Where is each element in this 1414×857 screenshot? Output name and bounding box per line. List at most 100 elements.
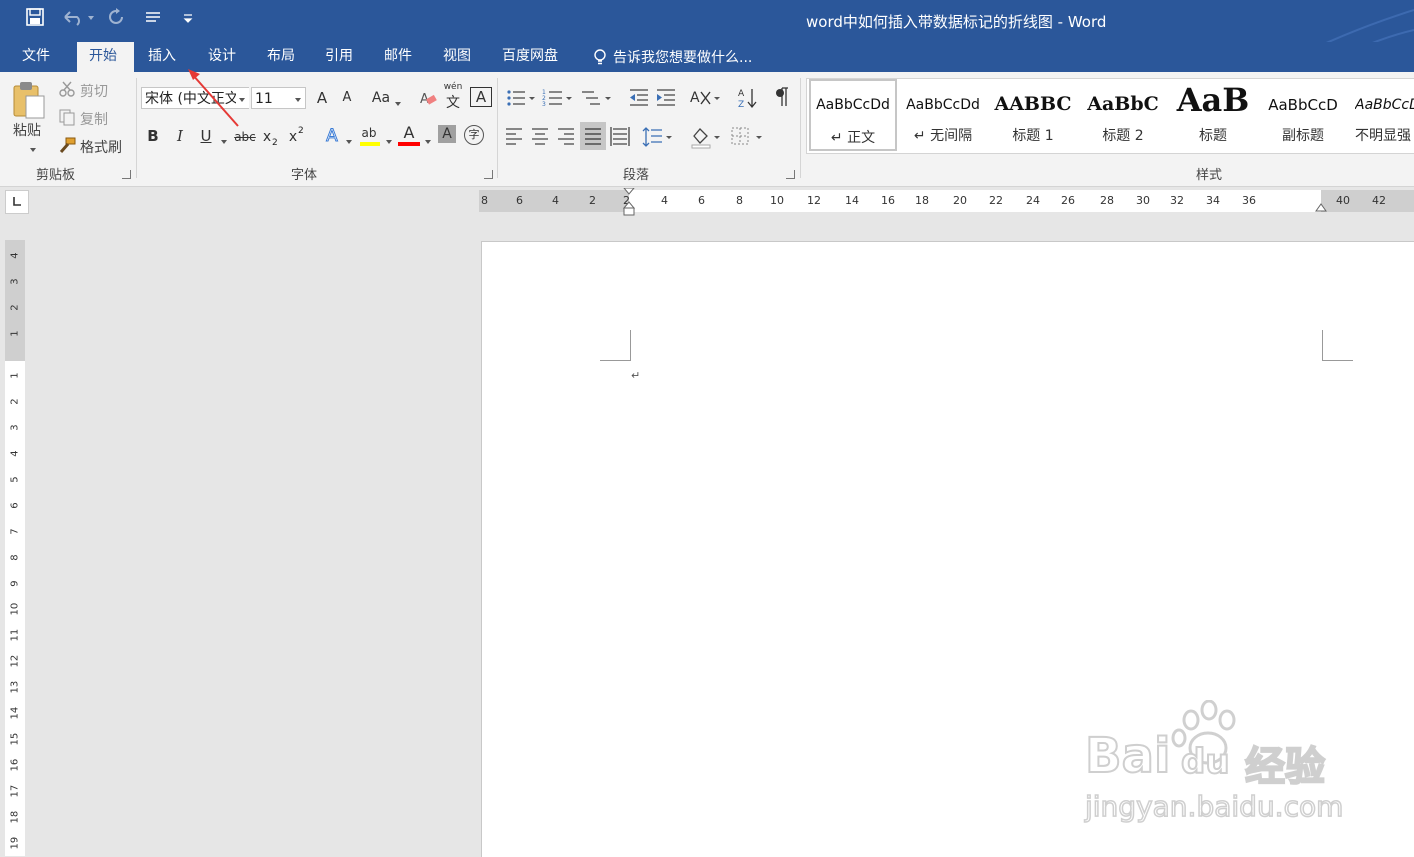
character-shading-icon[interactable]: A (438, 125, 456, 143)
borders-icon[interactable] (731, 127, 762, 145)
justify-icon[interactable] (580, 122, 606, 150)
grow-font-icon[interactable]: A (312, 87, 332, 109)
text-effects-dropdown-icon[interactable] (343, 134, 352, 149)
shrink-font-icon[interactable]: A (337, 87, 357, 109)
ruler-tick-label: 15 (9, 732, 21, 746)
ruler-tick-label: 2 (9, 398, 21, 405)
font-color-dropdown-icon[interactable] (422, 134, 431, 149)
cut-label[interactable]: 剪切 (80, 81, 108, 101)
vertical-ruler[interactable]: 4 3 2 1 1 2 3 4 5 6 7 8 9 10 11 12 13 14 15 16 17 18 19 (5, 240, 25, 856)
style-sample: AaBbCcDd (906, 97, 980, 113)
tab-home[interactable]: 开始 (77, 42, 134, 72)
tab-references[interactable]: 引用 (313, 42, 365, 72)
paragraph-launcher-icon[interactable] (786, 170, 795, 179)
shading-icon[interactable] (691, 128, 720, 149)
paragraph-tools: 123 A AZ (506, 87, 788, 150)
sort-icon[interactable]: AZ (738, 89, 757, 110)
ruler-tick-label: 1 (9, 330, 21, 337)
paste-label[interactable]: 粘贴 (13, 120, 41, 140)
style-no-spacing[interactable]: AaBbCcDd ↵ 无间隔 (899, 79, 987, 151)
ruler-tick-label: 42 (1372, 194, 1386, 207)
svg-text:A: A (690, 90, 700, 106)
tab-baidu-netdisk[interactable]: 百度网盘 (490, 42, 570, 72)
group-separator (800, 78, 801, 178)
tab-view[interactable]: 视图 (431, 42, 483, 72)
numbering-icon[interactable]: 123 (542, 89, 572, 108)
font-color-bar (398, 142, 420, 146)
tab-mailings[interactable]: 邮件 (372, 42, 424, 72)
format-painter-label[interactable]: 格式刷 (80, 137, 122, 157)
right-indent-marker-icon[interactable] (1315, 202, 1327, 212)
bold-button[interactable]: B (144, 125, 162, 147)
style-title[interactable]: AaB 标题 (1169, 79, 1257, 151)
decrease-indent-icon[interactable] (630, 89, 648, 106)
watermark-brand-du: du (1180, 741, 1231, 783)
subscript-button[interactable]: x (262, 126, 272, 148)
ruler-tick-label: 13 (9, 680, 21, 694)
multilevel-list-icon[interactable] (582, 91, 611, 105)
align-center-icon[interactable] (532, 128, 548, 145)
chinese-layout-icon[interactable]: A (690, 90, 720, 106)
copy-label[interactable]: 复制 (80, 109, 108, 129)
increase-indent-icon[interactable] (657, 89, 675, 106)
highlight-dropdown-icon[interactable] (383, 134, 392, 149)
copy-icon[interactable] (58, 108, 76, 130)
style-heading-1[interactable]: AABBC 标题 1 (989, 79, 1077, 151)
style-normal[interactable]: AaBbCcDd ↵ 正文 (809, 79, 897, 151)
window-title: word中如何插入带数据标记的折线图 - Word (806, 13, 1107, 31)
text-effects-icon[interactable]: A (322, 125, 342, 147)
ruler-tick-label: 7 (9, 528, 21, 535)
save-icon[interactable] (24, 8, 46, 32)
style-sample: AaBbCcD (1268, 96, 1338, 114)
style-name: 副标题 (1282, 128, 1324, 144)
font-launcher-icon[interactable] (484, 170, 493, 179)
ruler-tick-label: 14 (9, 706, 21, 720)
clear-formatting-icon[interactable]: A (418, 89, 438, 111)
line-spacing-icon[interactable] (642, 127, 672, 147)
tell-me-input[interactable]: 告诉我您想要做什么... (613, 47, 752, 67)
touch-mode-icon[interactable] (140, 8, 166, 32)
align-right-icon[interactable] (558, 128, 574, 145)
character-border-icon[interactable]: A (470, 87, 492, 107)
tab-selector[interactable] (5, 190, 29, 214)
ruler-tick-label: 20 (953, 194, 967, 207)
indent-markers-icon[interactable] (622, 188, 636, 218)
ruler-tick-label: 32 (1170, 194, 1184, 207)
clipboard-launcher-icon[interactable] (122, 170, 131, 179)
change-case-dropdown-icon[interactable] (392, 96, 401, 111)
format-painter-icon[interactable] (58, 136, 76, 158)
ruler-tick-label: 18 (915, 194, 929, 207)
margin-crop-mark (1322, 330, 1353, 361)
horizontal-ruler[interactable]: 8 6 4 2 2 4 6 8 10 12 14 16 18 20 22 24 26 28 30 32 34 36 40 42 (479, 188, 1414, 216)
superscript-button[interactable]: x (288, 126, 298, 148)
style-heading-2[interactable]: AaBbC 标题 2 (1079, 79, 1167, 151)
paste-dropdown-icon[interactable] (27, 142, 36, 157)
ruler-tick-label: 17 (9, 784, 21, 798)
font-size-dropdown-icon[interactable] (292, 88, 301, 103)
customize-qat-icon[interactable] (178, 8, 198, 32)
tab-file[interactable]: 文件 (10, 42, 62, 72)
highlight-icon[interactable]: ab (358, 122, 380, 144)
bullets-icon[interactable] (507, 90, 535, 106)
style-subtitle[interactable]: AaBbCcD 副标题 (1259, 79, 1347, 151)
enclose-characters-icon[interactable]: 字 (464, 125, 484, 145)
distributed-icon[interactable] (610, 127, 630, 146)
change-case-icon[interactable]: Aa (370, 87, 392, 109)
style-sample: AaBbC (1087, 93, 1159, 115)
redo-icon[interactable] (104, 8, 128, 32)
show-hide-marks-icon[interactable] (776, 87, 788, 106)
styles-group-label: 样式 (1196, 168, 1223, 183)
ruler-tick-label: 19 (9, 836, 21, 850)
style-subtle-emphasis[interactable]: AaBbCcD 不明显强 (1349, 79, 1414, 151)
tab-layout[interactable]: 布局 (255, 42, 307, 72)
style-name: 标题 1 (1012, 128, 1054, 144)
undo-icon[interactable] (60, 8, 96, 32)
align-left-icon[interactable] (506, 128, 522, 145)
style-name: ↵ 无间隔 (913, 128, 973, 144)
font-color-icon[interactable]: A (398, 122, 420, 144)
watermark-url: jingyan.baidu.com (1084, 789, 1344, 824)
cut-icon[interactable] (58, 80, 76, 102)
phonetic-guide-icon[interactable]: 文 (443, 92, 463, 112)
subscript-mark: 2 (272, 138, 278, 148)
title-bar: word中如何插入带数据标记的折线图 - Word (0, 0, 1414, 72)
